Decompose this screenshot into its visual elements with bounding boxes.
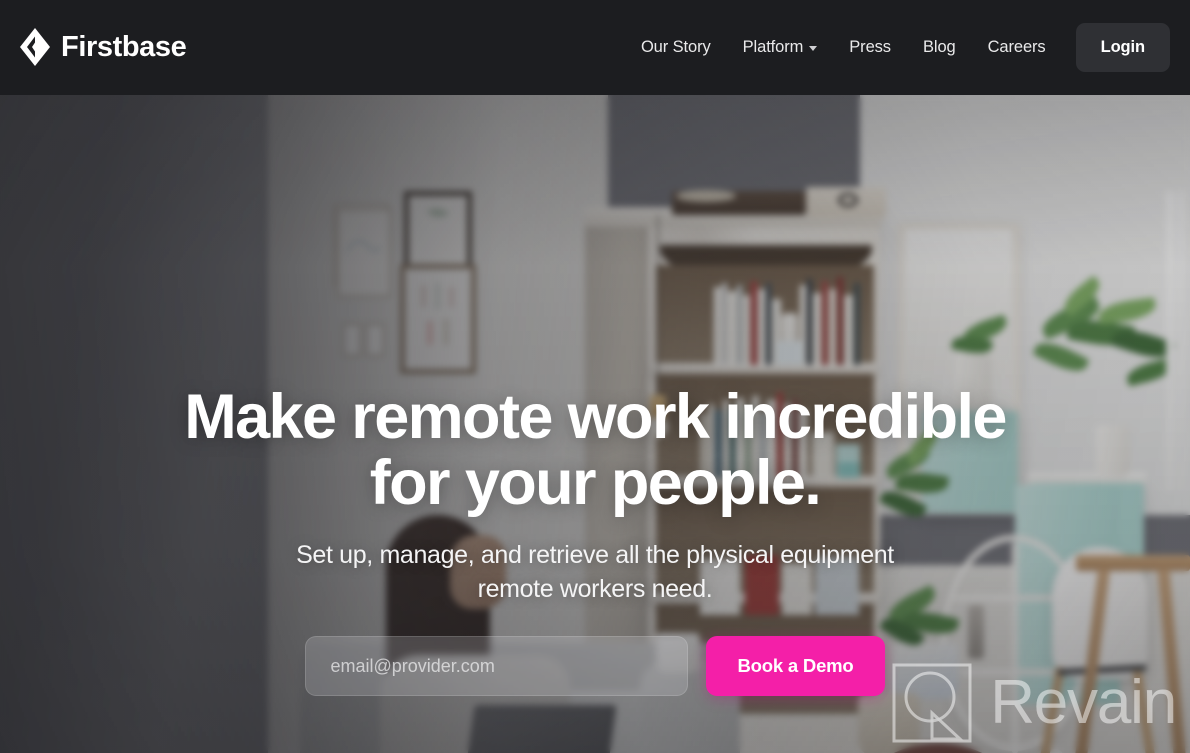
hero-headline-line-1: Make remote work incredible	[184, 382, 1007, 452]
nav-item-label: Blog	[922, 38, 956, 56]
site-header: Firstbase Our Story Platform Press Blog …	[0, 0, 1190, 95]
nav-item-blog[interactable]: Blog	[907, 28, 972, 67]
book-a-demo-button[interactable]: Book a Demo	[706, 636, 885, 697]
nav-item-our-story[interactable]: Our Story	[625, 28, 727, 67]
brand-logo-link[interactable]: Firstbase	[20, 28, 187, 66]
hero-headline-line-2: for your people.	[369, 447, 822, 518]
hero-subheadline-line-1: Set up, manage, and retrieve all the phy…	[296, 541, 774, 570]
nav-item-label: Platform	[742, 38, 804, 56]
login-button[interactable]: Login	[1075, 23, 1170, 72]
demo-signup-form: Book a Demo	[305, 636, 885, 697]
nav-item-label: Our Story	[640, 38, 711, 56]
nav-item-label: Press	[849, 38, 891, 56]
landing-page: Firstbase Our Story Platform Press Blog …	[0, 0, 1190, 753]
email-input[interactable]	[305, 636, 689, 697]
chevron-down-icon	[809, 46, 818, 51]
nav-item-careers[interactable]: Careers	[972, 28, 1062, 67]
nav-item-press[interactable]: Press	[833, 28, 907, 67]
hero-section: Make remote work incredible for your peo…	[0, 95, 1190, 753]
firstbase-diamond-logo-icon	[20, 28, 50, 66]
main-navigation: Our Story Platform Press Blog Careers Lo…	[625, 0, 1170, 95]
hero-subheadline: Set up, manage, and retrieve all the phy…	[295, 538, 895, 606]
brand-name: Firstbase	[61, 30, 187, 63]
hero-headline: Make remote work incredible for your peo…	[135, 382, 1055, 518]
nav-item-label: Careers	[987, 38, 1046, 56]
nav-item-platform[interactable]: Platform	[727, 28, 834, 67]
hero-content: Make remote work incredible for your peo…	[0, 95, 1190, 753]
